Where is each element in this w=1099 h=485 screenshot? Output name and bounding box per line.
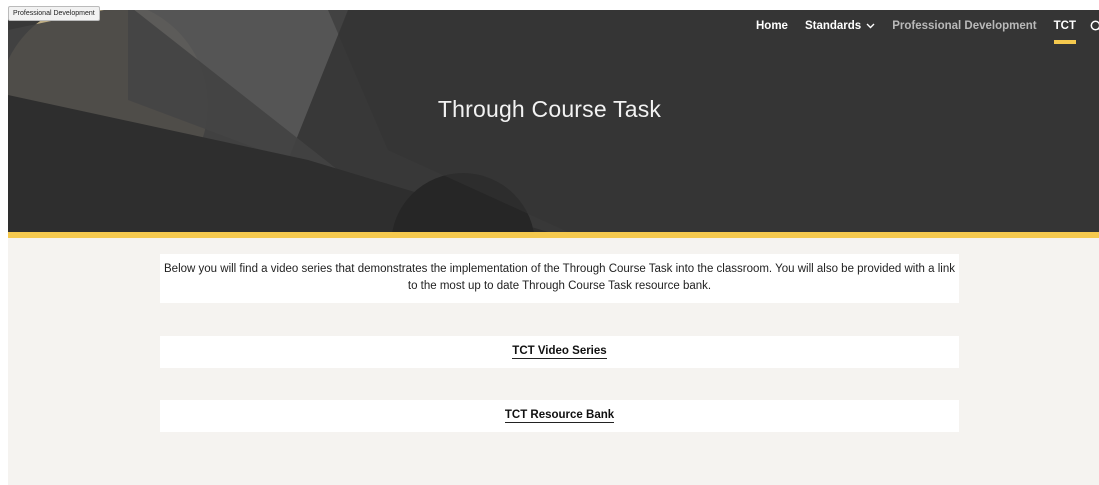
- page-title: Through Course Task: [437, 96, 662, 122]
- video-series-card: TCT Video Series: [160, 336, 959, 368]
- top-strip: [0, 0, 1099, 10]
- site-badge: Professional Development: [8, 6, 100, 21]
- video-series-link[interactable]: TCT Video Series: [512, 345, 607, 359]
- intro-card: Below you will find a video series that …: [160, 254, 959, 303]
- nav-standards[interactable]: Standards: [805, 20, 875, 32]
- intro-text: Below you will find a video series that …: [164, 263, 955, 292]
- search-icon[interactable]: [1090, 20, 1099, 33]
- chevron-down-icon: [866, 23, 875, 29]
- nav-professional-development[interactable]: Professional Development: [892, 20, 1036, 32]
- resource-bank-card: TCT Resource Bank: [160, 400, 959, 432]
- nav-standards-label: Standards: [804, 20, 862, 32]
- nav-tct[interactable]: TCT: [1053, 20, 1077, 44]
- main-content: Below you will find a video series that …: [8, 238, 1099, 485]
- resource-bank-link[interactable]: TCT Resource Bank: [504, 409, 615, 423]
- main-nav: Home Standards Professional Development …: [739, 16, 1099, 44]
- nav-home[interactable]: Home: [756, 20, 788, 32]
- page: Professional Development Home Standards …: [0, 0, 1099, 485]
